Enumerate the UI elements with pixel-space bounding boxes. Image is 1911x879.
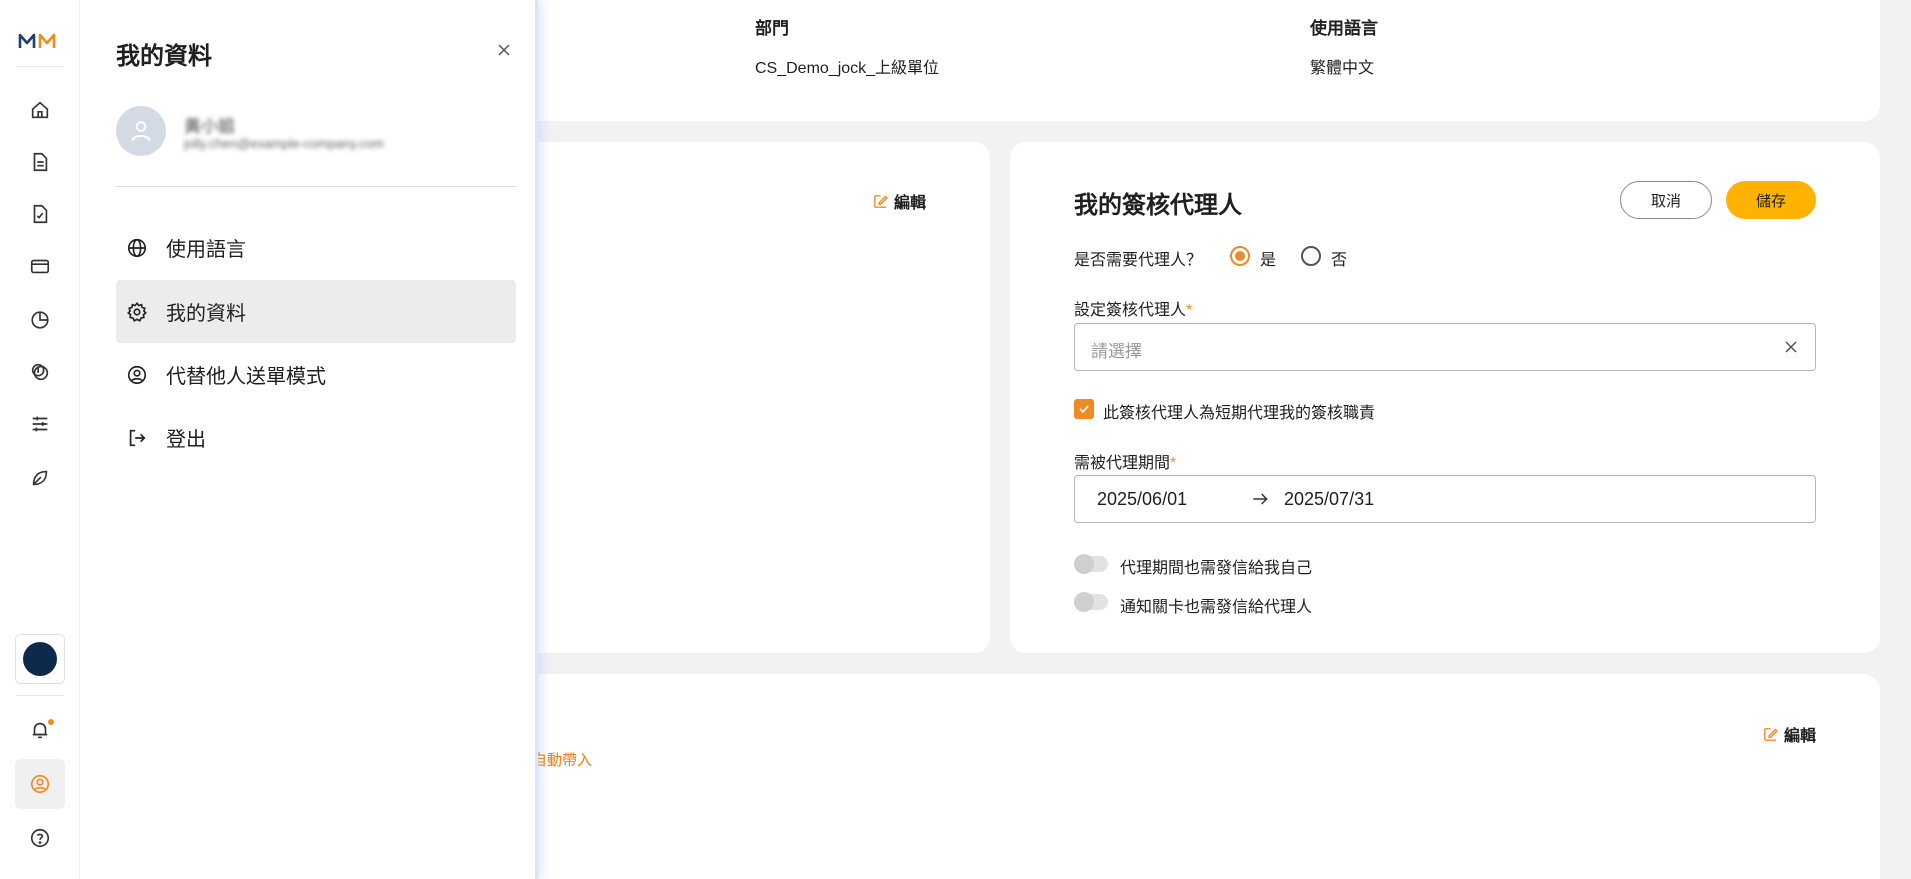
end-date[interactable]: 2025/07/31	[1284, 489, 1374, 510]
rail-divider	[16, 695, 64, 696]
radio-no-label[interactable]: 否	[1331, 246, 1347, 270]
period-date-range[interactable]: 2025/06/01 2025/07/31	[1074, 475, 1816, 523]
toggle-notify-proxy-label: 通知關卡也需發信給代理人	[1120, 599, 1313, 616]
proxy-select-placeholder: 請選擇	[1091, 342, 1142, 361]
set-proxy-label-text: 設定簽核代理人	[1074, 302, 1187, 319]
drawer-title: 我的資料	[116, 43, 212, 70]
menu-item-label: 代替他人送單模式	[166, 366, 326, 388]
help-icon[interactable]	[26, 824, 54, 852]
toggle-notify-proxy[interactable]	[1074, 592, 1108, 612]
leaf-icon[interactable]	[26, 464, 54, 492]
menu-item-language[interactable]: 使用語言	[116, 216, 516, 279]
left-rail	[0, 0, 80, 879]
language-label: 使用語言	[1310, 19, 1378, 38]
menu-item-label: 登出	[166, 429, 206, 451]
menu-item-logout[interactable]: 登出	[116, 406, 516, 469]
department-label: 部門	[755, 19, 789, 38]
home-icon[interactable]	[26, 96, 54, 124]
pie-chart-icon[interactable]	[26, 306, 54, 334]
user-switch-icon	[127, 365, 147, 384]
radio-no[interactable]	[1301, 246, 1321, 266]
user-name: 黃小姐	[184, 117, 235, 136]
start-date[interactable]: 2025/06/01	[1097, 489, 1187, 510]
period-label-text: 需被代理期間	[1074, 455, 1171, 472]
edit-icon	[874, 194, 888, 208]
menu-item-label: 我的資料	[166, 303, 246, 325]
toggle-notify-self[interactable]	[1074, 554, 1108, 574]
globe-icon	[127, 238, 147, 257]
my-profile-drawer: 我的資料 黃小姐 jolly.chen@example-company.com …	[80, 0, 538, 879]
edit-label: 編輯	[1784, 728, 1817, 745]
radio-yes-label[interactable]: 是	[1260, 246, 1276, 270]
close-icon[interactable]	[494, 40, 514, 60]
radio-yes[interactable]	[1230, 246, 1250, 266]
edit-button[interactable]: 編輯	[1762, 722, 1816, 746]
edit-label: 編輯	[894, 195, 927, 212]
set-proxy-label: 設定簽核代理人*	[1074, 296, 1192, 320]
check-icon	[1079, 405, 1089, 414]
clear-icon[interactable]	[1781, 337, 1801, 357]
user-icon	[131, 121, 151, 142]
gear-icon	[127, 301, 147, 322]
drawer-divider	[116, 186, 516, 187]
short-term-checkbox[interactable]	[1074, 399, 1094, 419]
save-button[interactable]: 儲存	[1726, 181, 1816, 219]
required-mark: *	[1170, 455, 1177, 472]
proxy-select[interactable]: 請選擇	[1074, 323, 1816, 371]
period-label: 需被代理期間*	[1074, 449, 1176, 473]
left-settings-card: 編輯	[500, 142, 990, 653]
edit-icon	[1764, 727, 1778, 741]
org-logo	[23, 642, 57, 676]
sliders-icon[interactable]	[26, 410, 54, 438]
proxy-title: 我的簽核代理人	[1074, 192, 1242, 219]
menu-item-label: 使用語言	[166, 239, 246, 261]
menu-item-my-profile[interactable]: 我的資料	[116, 280, 516, 343]
menu-item-proxy-submit-mode[interactable]: 代替他人送單模式	[116, 343, 516, 406]
user-avatar	[116, 106, 166, 156]
wallet-icon[interactable]	[26, 252, 54, 280]
need-proxy-question: 是否需要代理人？	[1074, 252, 1203, 269]
user-circle-icon[interactable]	[26, 770, 54, 798]
document-icon[interactable]	[26, 148, 54, 176]
auto-fill-note: 自動帶入	[532, 752, 593, 769]
cancel-button[interactable]: 取消	[1620, 181, 1712, 219]
document-sign-icon[interactable]	[26, 200, 54, 228]
short-term-label[interactable]: 此簽核代理人為短期代理我的簽核職責	[1103, 399, 1375, 423]
org-avatar[interactable]	[15, 634, 65, 684]
bottom-card: 自動帶入 編輯	[500, 674, 1880, 879]
arrow-right-icon	[1253, 493, 1268, 505]
logout-icon	[129, 429, 146, 446]
coin-icon[interactable]	[26, 358, 54, 386]
profile-info-card: 部門 CS_Demo_jock_上級單位 使用語言 繁體中文	[500, 0, 1880, 121]
user-email: jolly.chen@example-company.com	[184, 136, 384, 151]
toggle-notify-self-label: 代理期間也需發信給我自己	[1120, 560, 1313, 577]
edit-button[interactable]: 編輯	[872, 189, 926, 213]
mm-logo[interactable]	[18, 30, 62, 52]
required-mark: *	[1186, 302, 1193, 319]
rail-divider	[16, 66, 64, 67]
language-value: 繁體中文	[1310, 60, 1375, 77]
department-value: CS_Demo_jock_上級單位	[755, 60, 940, 77]
notification-dot	[48, 719, 54, 725]
